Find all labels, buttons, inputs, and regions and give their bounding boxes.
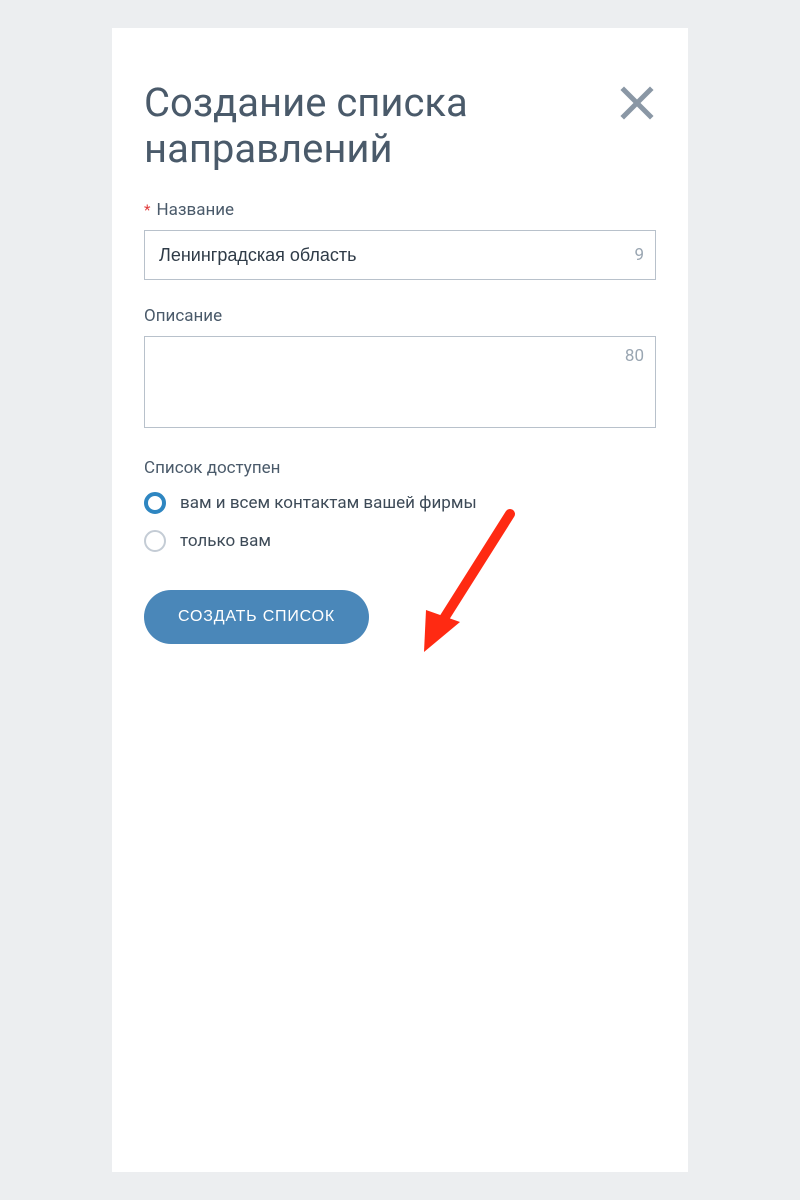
create-directions-list-modal: Создание списка направлений * Название 9… [112,28,688,1172]
name-field: * Название 9 [144,200,656,280]
close-button[interactable] [618,84,656,122]
visibility-group: Список доступен вам и всем контактам ваш… [144,458,656,552]
required-indicator: * [144,203,150,218]
modal-title: Создание списка направлений [144,80,564,172]
name-input-wrap: 9 [144,230,656,280]
name-input[interactable] [144,230,656,280]
close-icon [618,84,656,122]
description-input-wrap: 80 [144,336,656,432]
radio-selected-icon [144,492,166,514]
visibility-option-all[interactable]: вам и всем контактам вашей фирмы [144,492,656,514]
description-label: Описание [144,306,656,326]
description-label-text: Описание [144,306,222,326]
modal-header: Создание списка направлений [144,80,656,172]
visibility-option-self[interactable]: только вам [144,530,656,552]
name-label-text: Название [156,200,234,220]
visibility-label: Список доступен [144,458,656,478]
radio-unselected-icon [144,530,166,552]
create-list-button[interactable]: СОЗДАТЬ СПИСОК [144,590,369,644]
name-label: * Название [144,200,656,220]
visibility-option-self-label: только вам [180,531,271,551]
description-input[interactable] [144,336,656,428]
description-field: Описание 80 [144,306,656,432]
visibility-option-all-label: вам и всем контактам вашей фирмы [180,493,477,513]
